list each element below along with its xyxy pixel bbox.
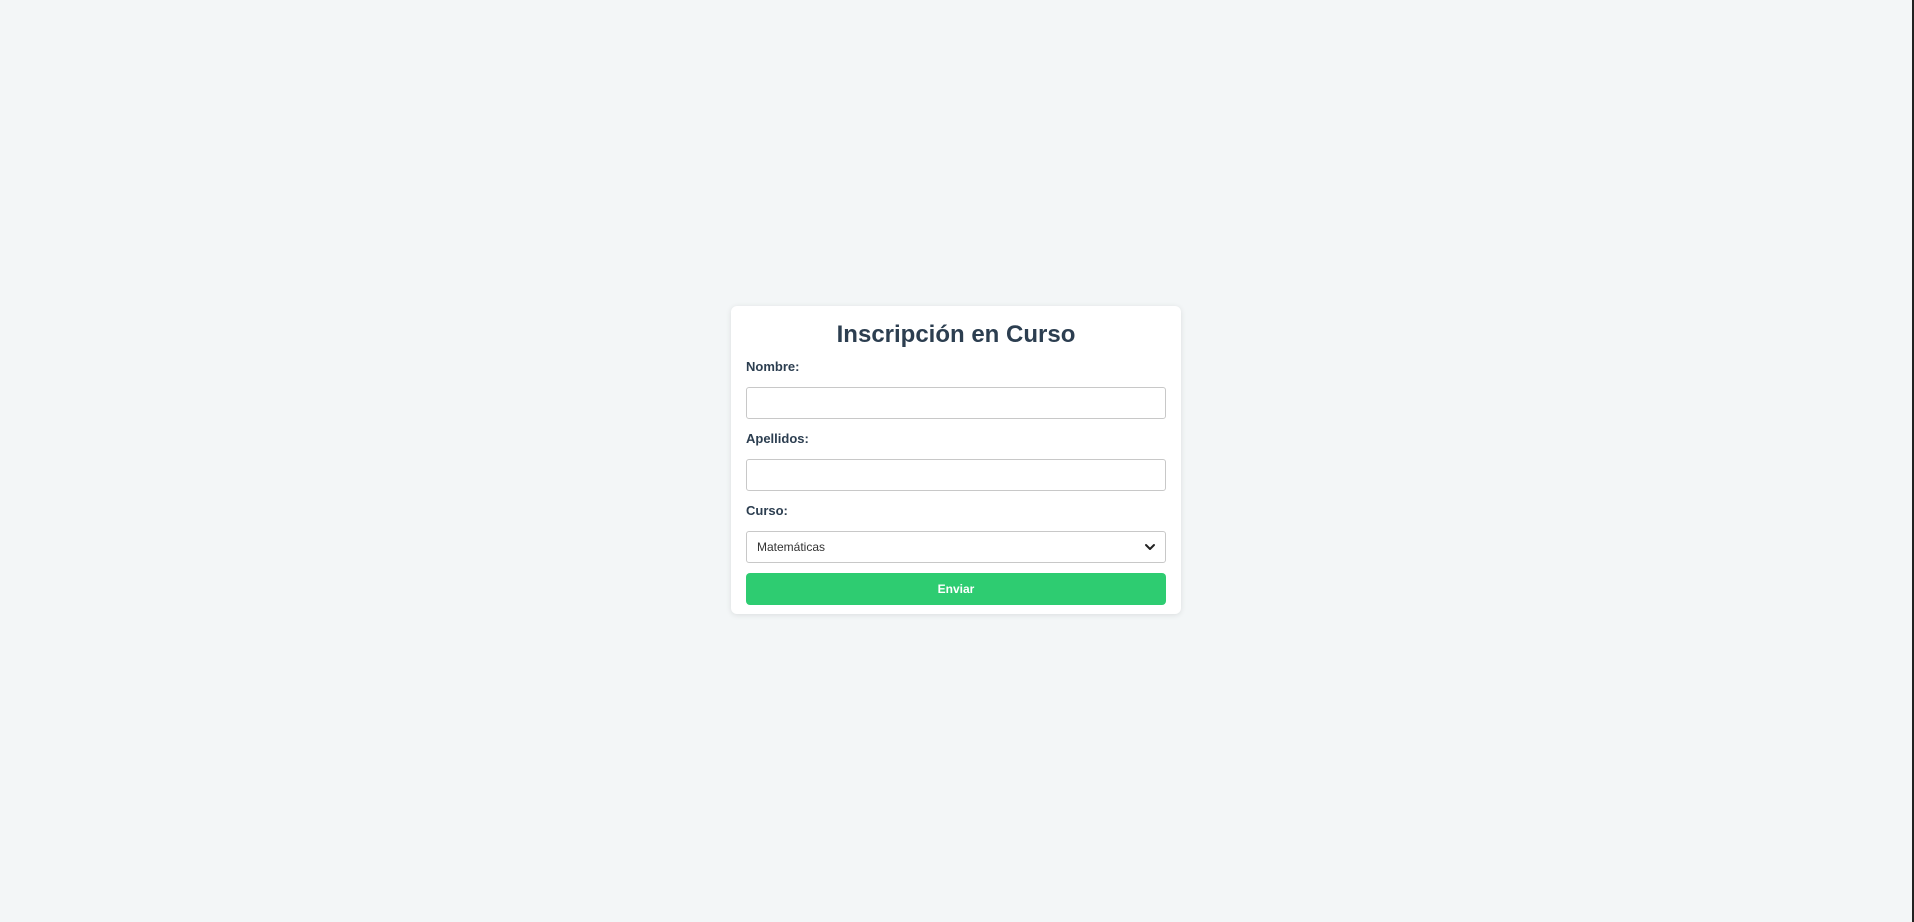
apellidos-input[interactable] (746, 459, 1166, 491)
curso-label: Curso: (746, 503, 788, 518)
curso-select[interactable]: Matemáticas (746, 531, 1166, 563)
enrollment-form-card: Inscripción en Curso Nombre: Apellidos: … (731, 306, 1181, 614)
submit-button[interactable]: Enviar (746, 573, 1166, 605)
nombre-label: Nombre: (746, 359, 800, 374)
chevron-down-icon (1145, 544, 1155, 550)
nombre-input[interactable] (746, 387, 1166, 419)
curso-selected-value: Matemáticas (757, 540, 826, 554)
form-title: Inscripción en Curso (836, 321, 1076, 348)
apellidos-label: Apellidos: (746, 431, 809, 446)
